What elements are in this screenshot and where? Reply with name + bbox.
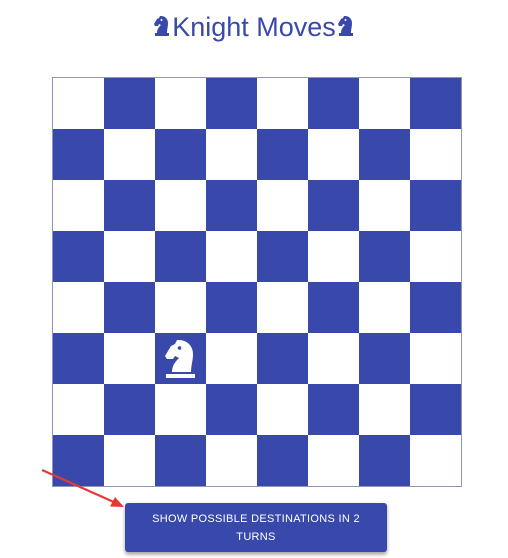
board-square[interactable] <box>410 129 461 180</box>
board-square[interactable] <box>206 78 257 129</box>
board-square[interactable] <box>104 129 155 180</box>
board-square[interactable] <box>359 333 410 384</box>
board-square[interactable] <box>257 435 308 486</box>
board-square[interactable] <box>257 282 308 333</box>
knight-moves-page: Knight Moves SHOW POSSIBLE DESTINATIONS … <box>0 0 508 558</box>
board-square[interactable] <box>410 78 461 129</box>
board-square[interactable] <box>359 384 410 435</box>
annotation-arrow <box>41 468 124 507</box>
board-square[interactable] <box>308 384 359 435</box>
board-square[interactable] <box>104 180 155 231</box>
board-square[interactable] <box>410 231 461 282</box>
knight-icon <box>336 15 356 37</box>
board-square[interactable] <box>308 180 359 231</box>
board-square[interactable] <box>206 435 257 486</box>
board-square[interactable] <box>257 78 308 129</box>
board-square[interactable] <box>308 78 359 129</box>
board-square[interactable] <box>410 180 461 231</box>
board-square[interactable] <box>155 180 206 231</box>
board-square[interactable] <box>53 78 104 129</box>
board-square[interactable] <box>104 333 155 384</box>
board-square[interactable] <box>359 78 410 129</box>
board-square[interactable] <box>257 384 308 435</box>
board-square[interactable] <box>104 282 155 333</box>
board-square[interactable] <box>53 180 104 231</box>
board-square[interactable] <box>206 333 257 384</box>
board-square[interactable] <box>206 282 257 333</box>
board-square[interactable] <box>155 129 206 180</box>
board-square[interactable] <box>359 435 410 486</box>
board-square[interactable] <box>53 282 104 333</box>
board-square[interactable] <box>257 231 308 282</box>
board-square[interactable] <box>155 231 206 282</box>
board-square[interactable] <box>359 231 410 282</box>
board-square[interactable] <box>410 282 461 333</box>
chessboard <box>52 77 462 487</box>
board-square[interactable] <box>410 435 461 486</box>
board-square[interactable] <box>308 282 359 333</box>
board-square[interactable] <box>53 129 104 180</box>
board-square[interactable] <box>206 384 257 435</box>
knight-icon <box>152 15 172 37</box>
board-square[interactable] <box>155 282 206 333</box>
board-square[interactable] <box>206 231 257 282</box>
board-square[interactable] <box>53 231 104 282</box>
board-square[interactable] <box>359 180 410 231</box>
board-square[interactable] <box>104 384 155 435</box>
board-square[interactable] <box>308 333 359 384</box>
board-square[interactable] <box>53 384 104 435</box>
white-knight-icon[interactable] <box>162 338 199 379</box>
board-square[interactable] <box>410 333 461 384</box>
board-square[interactable] <box>410 384 461 435</box>
board-square[interactable] <box>155 78 206 129</box>
board-square[interactable] <box>308 231 359 282</box>
title-text: Knight Moves <box>172 12 336 42</box>
board-square[interactable] <box>206 180 257 231</box>
board-square[interactable] <box>359 129 410 180</box>
board-square[interactable] <box>104 231 155 282</box>
show-destinations-button[interactable]: SHOW POSSIBLE DESTINATIONS IN 2 TURNS <box>125 503 387 552</box>
board-square[interactable] <box>308 435 359 486</box>
board-square[interactable] <box>155 435 206 486</box>
board-square[interactable] <box>53 333 104 384</box>
board-square[interactable] <box>155 333 206 384</box>
board-square[interactable] <box>359 282 410 333</box>
board-square[interactable] <box>257 333 308 384</box>
board-square[interactable] <box>257 129 308 180</box>
board-square[interactable] <box>206 129 257 180</box>
board-square[interactable] <box>104 78 155 129</box>
board-square[interactable] <box>308 129 359 180</box>
page-title: Knight Moves <box>0 10 508 44</box>
board-square[interactable] <box>155 384 206 435</box>
board-square[interactable] <box>257 180 308 231</box>
